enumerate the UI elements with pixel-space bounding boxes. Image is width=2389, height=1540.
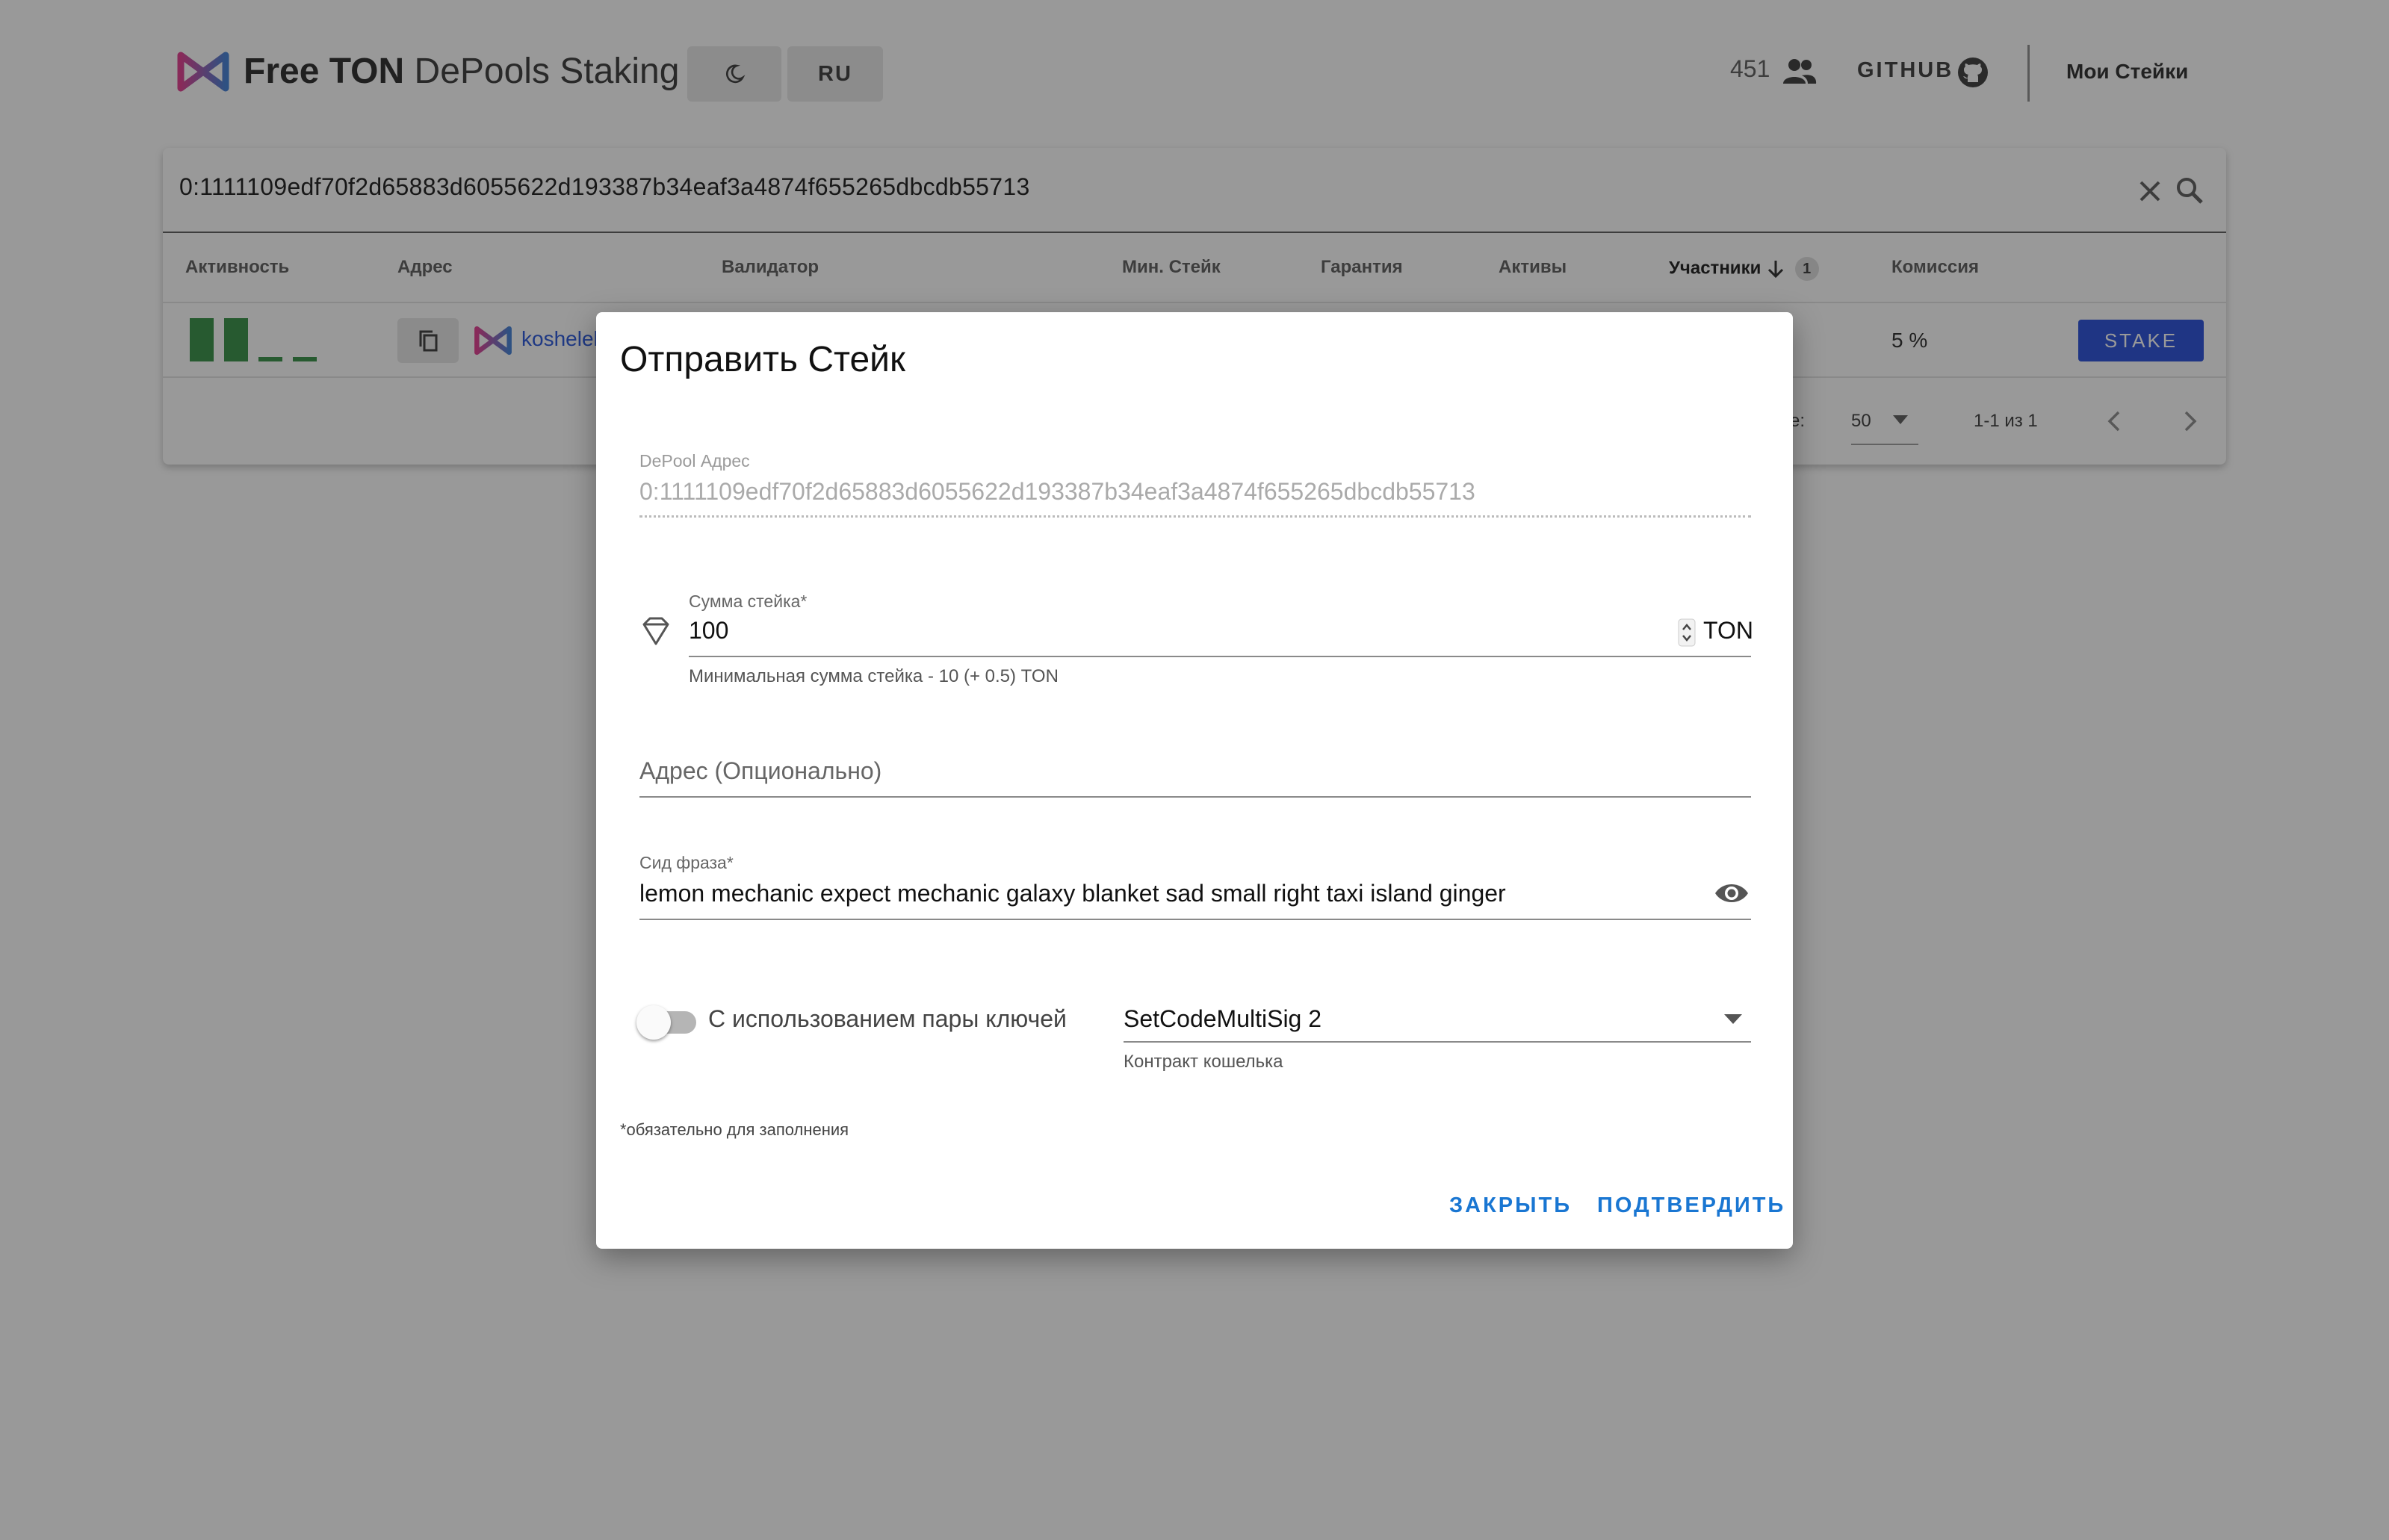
seed-phrase-label: Сид фраза* [639,853,734,872]
stake-amount-underline [689,656,1751,657]
stake-amount-label: Сумма стейка* [689,592,808,611]
optional-address-underline [639,796,1751,798]
depool-address-underline [639,515,1751,518]
depool-address-field: 0:1111109edf70f2d65883d6055622d193387b34… [639,478,1475,505]
seed-phrase-underline [639,919,1751,920]
chevron-down-icon[interactable] [1724,1014,1742,1024]
confirm-button[interactable]: ПОДТВЕРДИТЬ [1597,1193,1785,1218]
stake-amount-suffix: TON [1703,617,1753,644]
keypair-switch-thumb[interactable] [636,1005,671,1040]
wallet-contract-underline [1124,1041,1751,1043]
required-note: *обязательно для заполнения [620,1120,849,1139]
eye-icon[interactable] [1714,878,1750,908]
seed-phrase-input[interactable]: lemon mechanic expect mechanic galaxy bl… [639,880,1506,907]
send-stake-dialog: Отправить Стейк DePool Адрес 0:1111109ed… [596,312,1793,1249]
gem-icon [642,617,669,645]
keypair-switch-label[interactable]: С использованием пары ключей [708,1005,1067,1033]
wallet-contract-select[interactable]: SetCodeMultiSig 2 [1124,1005,1321,1033]
dialog-title: Отправить Стейк [620,340,905,379]
wallet-contract-hint: Контракт кошелька [1124,1052,1283,1072]
depool-address-label: DePool Адрес [639,451,750,471]
stake-amount-input[interactable]: 100 [689,617,728,645]
optional-address-input[interactable]: Адрес (Опционально) [639,757,881,785]
close-button[interactable]: ЗАКРЫТЬ [1449,1193,1572,1218]
stake-amount-hint: Минимальная сумма стейка - 10 (+ 0.5) TO… [689,666,1059,686]
spinner-arrows-icon[interactable] [1678,618,1696,647]
